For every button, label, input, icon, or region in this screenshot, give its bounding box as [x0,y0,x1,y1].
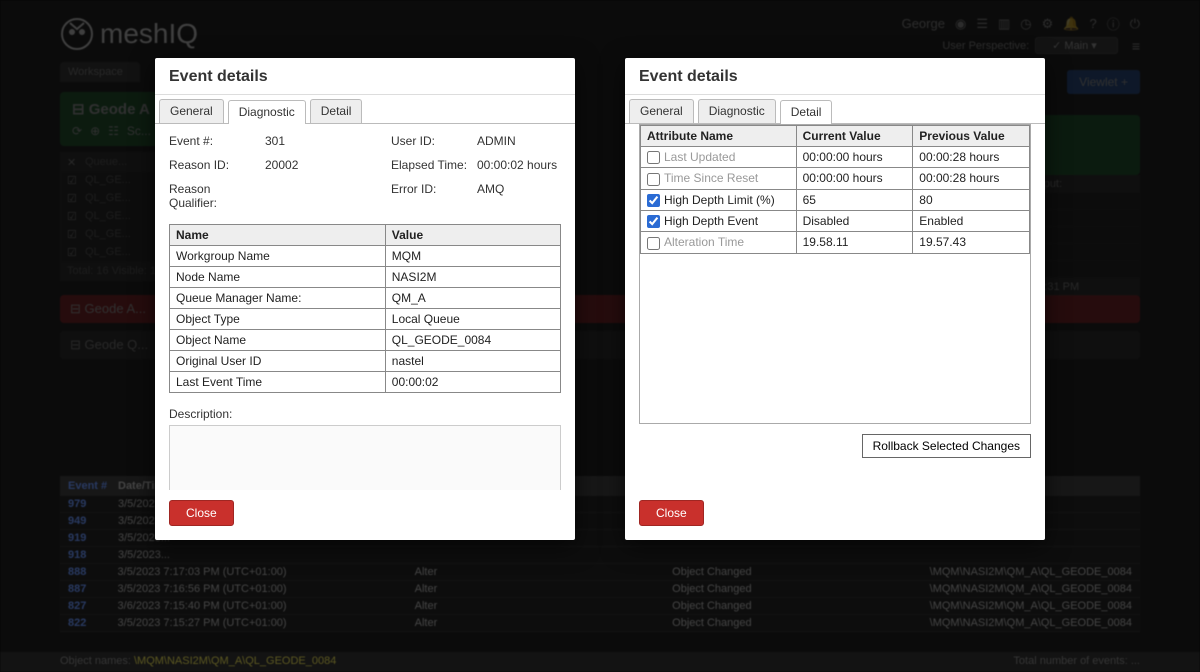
reason-qual-value [265,182,385,210]
table-row: High Depth EventDisabledEnabled [641,210,1030,231]
tab-general[interactable]: General [629,99,694,123]
attribute-table: Attribute Name Current Value Previous Va… [640,125,1030,254]
description-box [169,425,561,490]
col-attr-name: Attribute Name [641,126,797,147]
tab-detail[interactable]: Detail [310,99,363,123]
user-id-value: ADMIN [477,134,575,148]
close-button[interactable]: Close [639,500,704,526]
row-checkbox[interactable] [647,173,660,186]
col-value: Value [385,225,560,246]
reason-qual-label: Reason Qualifier: [169,182,259,210]
table-row: Alteration Time19.58.1119.57.43 [641,232,1030,253]
reason-id-label: Reason ID: [169,158,259,172]
table-row: Original User IDnastel [170,351,561,372]
close-button[interactable]: Close [169,500,234,526]
row-checkbox[interactable] [647,194,660,207]
col-previous: Previous Value [913,126,1030,147]
attribute-area: Attribute Name Current Value Previous Va… [639,124,1031,424]
rollback-button[interactable]: Rollback Selected Changes [862,434,1031,458]
error-id-label: Error ID: [391,182,471,210]
tab-diagnostic[interactable]: Diagnostic [228,100,306,124]
table-row: Object TypeLocal Queue [170,309,561,330]
elapsed-value: 00:00:02 hours [477,158,575,172]
tab-general[interactable]: General [159,99,224,123]
event-details-dialog-detail: Event details General Diagnostic Detail … [625,58,1045,540]
row-checkbox[interactable] [647,151,660,164]
table-row: Last Event Time00:00:02 [170,372,561,393]
table-row: Workgroup NameMQM [170,246,561,267]
error-id-value: AMQ [477,182,575,210]
col-name: Name [170,225,386,246]
reason-id-value: 20002 [265,158,385,172]
col-current: Current Value [796,126,913,147]
tab-diagnostic[interactable]: Diagnostic [698,99,776,123]
description-label: Description: [169,407,561,421]
dialog-title: Event details [155,58,575,95]
table-row: High Depth Limit (%)6580 [641,189,1030,210]
tab-detail[interactable]: Detail [780,100,833,124]
event-no-value: 301 [265,134,385,148]
dialog-title: Event details [625,58,1045,95]
table-row: Queue Manager Name:QM_A [170,288,561,309]
user-id-label: User ID: [391,134,471,148]
table-row: Node NameNASI2M [170,267,561,288]
elapsed-label: Elapsed Time: [391,158,471,172]
row-checkbox[interactable] [647,215,660,228]
table-row: Object NameQL_GEODE_0084 [170,330,561,351]
table-row: Last Updated00:00:00 hours00:00:28 hours [641,147,1030,168]
event-no-label: Event #: [169,134,259,148]
row-checkbox[interactable] [647,237,660,250]
event-detail-table: Name Value Workgroup NameMQMNode NameNAS… [169,224,561,393]
event-details-dialog-diagnostic: Event details General Diagnostic Detail … [155,58,575,540]
table-row: Time Since Reset00:00:00 hours00:00:28 h… [641,168,1030,189]
